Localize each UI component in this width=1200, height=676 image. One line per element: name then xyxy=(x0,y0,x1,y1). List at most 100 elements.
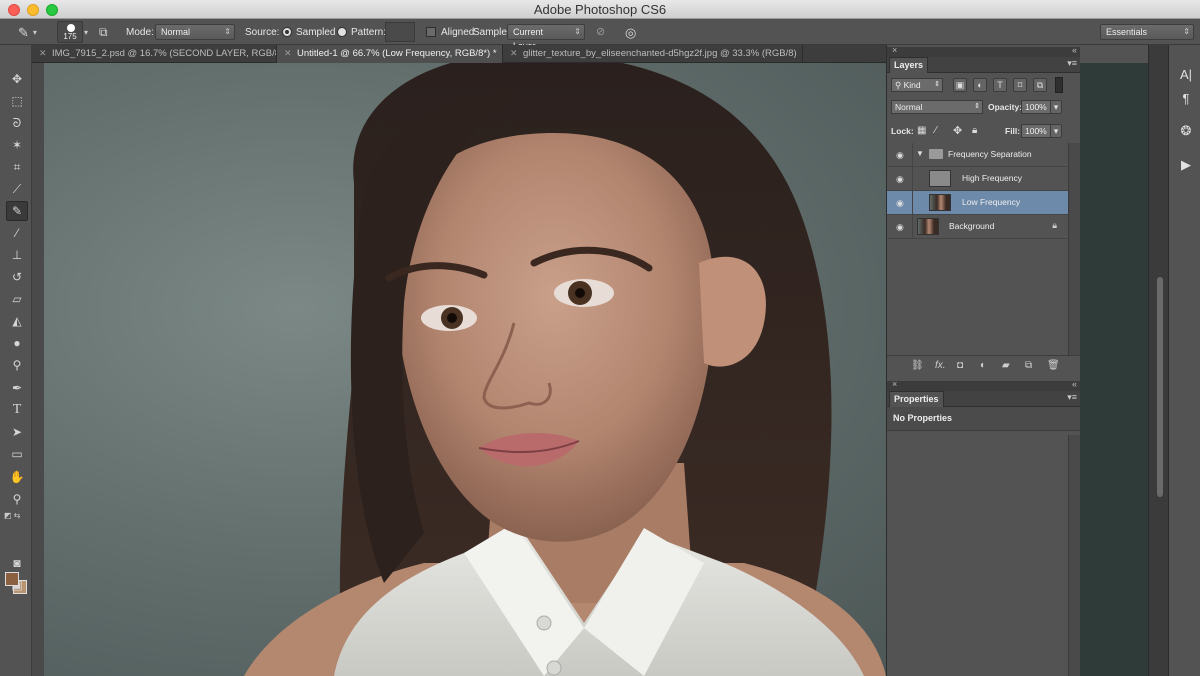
sample-select[interactable]: Current Layer xyxy=(507,24,585,51)
layer-filter-select[interactable]: ⚲ Kind ⇕ xyxy=(891,78,943,92)
visibility-toggle[interactable]: ◉ xyxy=(887,191,913,215)
pattern-picker[interactable] xyxy=(385,22,415,42)
move-tool[interactable]: ✥ xyxy=(6,69,28,89)
lock-all-icon[interactable]: 🔒︎ xyxy=(972,125,977,136)
properties-panel-title[interactable]: Properties xyxy=(889,391,944,407)
clone-source-button[interactable]: ⧉ xyxy=(99,19,108,45)
actions-panel-icon[interactable]: ▶ xyxy=(1177,157,1195,175)
adjustment-layer-icon[interactable]: ◐ xyxy=(980,360,986,371)
document-canvas[interactable] xyxy=(44,63,886,676)
link-layers-icon[interactable]: ⛓ xyxy=(911,360,924,371)
character-panel-icon[interactable]: A| xyxy=(1177,67,1195,85)
fill-slider-button[interactable]: ▾ xyxy=(1050,124,1062,138)
filter-adjustment-button[interactable]: ◐ xyxy=(973,78,987,92)
mode-select[interactable]: Normal xyxy=(155,24,235,40)
filter-smart-object-button[interactable]: ⧉ xyxy=(1033,78,1047,92)
properties-scrollbar[interactable] xyxy=(1068,435,1080,676)
layer-row-background[interactable]: ◉ Background 🔒︎ xyxy=(887,215,1069,239)
filter-type-button[interactable]: T xyxy=(993,78,1007,92)
brush-picker-arrow[interactable]: ▾ xyxy=(84,19,88,45)
healing-brush-tool[interactable]: ✎ xyxy=(6,201,28,221)
close-tab-icon[interactable]: ✕ xyxy=(284,48,292,59)
opacity-input[interactable]: 100% xyxy=(1021,100,1051,114)
zoom-tool[interactable]: ⚲ xyxy=(6,489,28,509)
filter-shape-button[interactable]: ⌑ xyxy=(1013,78,1027,92)
visibility-toggle[interactable]: ◉ xyxy=(887,167,913,191)
tab-untitled-1[interactable]: ✕ Untitled-1 @ 66.7% (Low Frequency, RGB… xyxy=(277,45,503,63)
crop-icon: ⌗ xyxy=(13,159,21,174)
ignore-adjustment-layers-button[interactable]: ⊘ xyxy=(596,19,605,45)
clone-stamp-tool[interactable]: ⊥ xyxy=(6,245,28,265)
lasso-tool[interactable]: ᘐ xyxy=(6,113,28,133)
path-selection-tool[interactable]: ➤ xyxy=(6,422,28,442)
blend-mode-select[interactable]: Normal ⇕ xyxy=(891,100,983,114)
panel-menu-icon[interactable]: ▾≡ xyxy=(1067,58,1077,69)
layers-panel-collapse-bar[interactable]: × « xyxy=(887,45,1081,57)
eye-icon: ◉ xyxy=(896,198,904,208)
path-selection-icon: ➤ xyxy=(11,425,23,439)
hand-tool[interactable]: ✋ xyxy=(6,467,28,487)
aligned-checkbox[interactable]: Aligned xyxy=(426,19,474,45)
tab-glitter-texture[interactable]: ✕ glitter_texture_by_eliseenchanted-d5hg… xyxy=(503,45,803,63)
blur-tool[interactable]: ● xyxy=(6,333,28,353)
foreground-color-swatch[interactable] xyxy=(5,572,19,586)
panel-menu-icon[interactable]: ▾≡ xyxy=(1067,392,1077,403)
marquee-tool[interactable]: ⬚ xyxy=(6,91,28,111)
tab-img-7915[interactable]: ✕ IMG_7915_2.psd @ 16.7% (SECOND LAYER, … xyxy=(32,45,277,63)
filter-toggle-switch[interactable] xyxy=(1055,77,1063,93)
scroll-thumb[interactable] xyxy=(1157,277,1163,497)
fx-icon[interactable]: fx. xyxy=(935,360,946,371)
fill-input[interactable]: 100% xyxy=(1021,124,1051,138)
layer-row-low-frequency[interactable]: ◉ Low Frequency xyxy=(887,191,1069,215)
close-icon[interactable]: × xyxy=(892,45,897,55)
paragraph-panel-icon[interactable]: ¶ xyxy=(1177,91,1195,109)
visibility-toggle[interactable]: ◉ xyxy=(887,215,913,239)
close-tab-icon[interactable]: ✕ xyxy=(39,48,47,59)
magic-wand-tool[interactable]: ✶ xyxy=(6,135,28,155)
type-tool[interactable]: T xyxy=(6,400,28,420)
eraser-tool[interactable]: ▱ xyxy=(6,289,28,309)
filter-pixel-button[interactable]: ▣ xyxy=(953,78,967,92)
history-brush-tool[interactable]: ↺ xyxy=(6,267,28,287)
properties-panel-collapse-bar[interactable]: × « xyxy=(887,379,1081,391)
channels-panel-icon[interactable]: ❂ xyxy=(1177,123,1195,141)
default-colors-icon[interactable]: ◩ ⇆ xyxy=(4,511,20,520)
paint-bucket-tool[interactable]: ◭ xyxy=(6,311,28,331)
pattern-radio[interactable]: Pattern: xyxy=(337,19,386,45)
new-group-icon[interactable]: ▰ xyxy=(1002,360,1010,371)
sampled-radio[interactable]: Sampled xyxy=(282,19,335,45)
layers-scrollbar[interactable] xyxy=(1068,143,1080,355)
dodge-tool[interactable]: ⚲ xyxy=(6,355,28,375)
rectangle-tool[interactable]: ▭ xyxy=(6,444,28,464)
close-tab-icon[interactable]: ✕ xyxy=(510,48,518,59)
pen-tool[interactable]: ✒ xyxy=(6,378,28,398)
brush-tool[interactable]: ⁄ xyxy=(6,223,28,243)
delete-layer-icon[interactable]: 🗑︎ xyxy=(1047,360,1060,371)
close-icon[interactable]: × xyxy=(892,379,897,389)
crop-tool[interactable]: ⌗ xyxy=(6,157,28,177)
lock-image-pixels-icon[interactable]: ⁄ xyxy=(935,125,937,136)
quick-mask-button[interactable]: ◙ xyxy=(6,553,28,573)
lock-position-icon[interactable]: ✥ xyxy=(953,124,962,137)
brush-size-picker[interactable]: 175 xyxy=(57,21,83,43)
chevron-down-icon: ▾ xyxy=(32,27,37,37)
layers-panel-title[interactable]: Layers xyxy=(889,57,929,73)
layer-row-frequency-separation[interactable]: ◉ ▼ Frequency Separation xyxy=(887,143,1069,167)
tool-preset-picker[interactable]: ✎ ▾ xyxy=(18,19,37,45)
disclosure-triangle-icon[interactable]: ▼ xyxy=(916,149,924,158)
collapse-icon[interactable]: « xyxy=(1072,379,1077,389)
layer-row-high-frequency[interactable]: ◉ High Frequency xyxy=(887,167,1069,191)
eraser-icon: ▱ xyxy=(12,292,22,306)
eyedropper-tool[interactable]: ⟋ xyxy=(6,179,28,199)
pressure-button[interactable]: ◎ xyxy=(625,19,636,45)
visibility-toggle[interactable]: ◉ xyxy=(887,143,913,167)
new-layer-icon[interactable]: ⧉ xyxy=(1025,360,1032,371)
opacity-slider-button[interactable]: ▾ xyxy=(1050,100,1062,114)
workspace-select[interactable]: Essentials xyxy=(1100,24,1194,40)
collapsed-panel-dock: A| ¶ ❂ ▶ xyxy=(1168,45,1200,676)
eye-icon: ◉ xyxy=(896,222,904,232)
add-mask-icon[interactable]: ◘ xyxy=(957,360,963,371)
healing-brush-icon: ✎ xyxy=(18,24,29,40)
lock-transparent-pixels-icon[interactable]: ▦ xyxy=(917,125,926,136)
collapse-icon[interactable]: « xyxy=(1072,45,1077,55)
